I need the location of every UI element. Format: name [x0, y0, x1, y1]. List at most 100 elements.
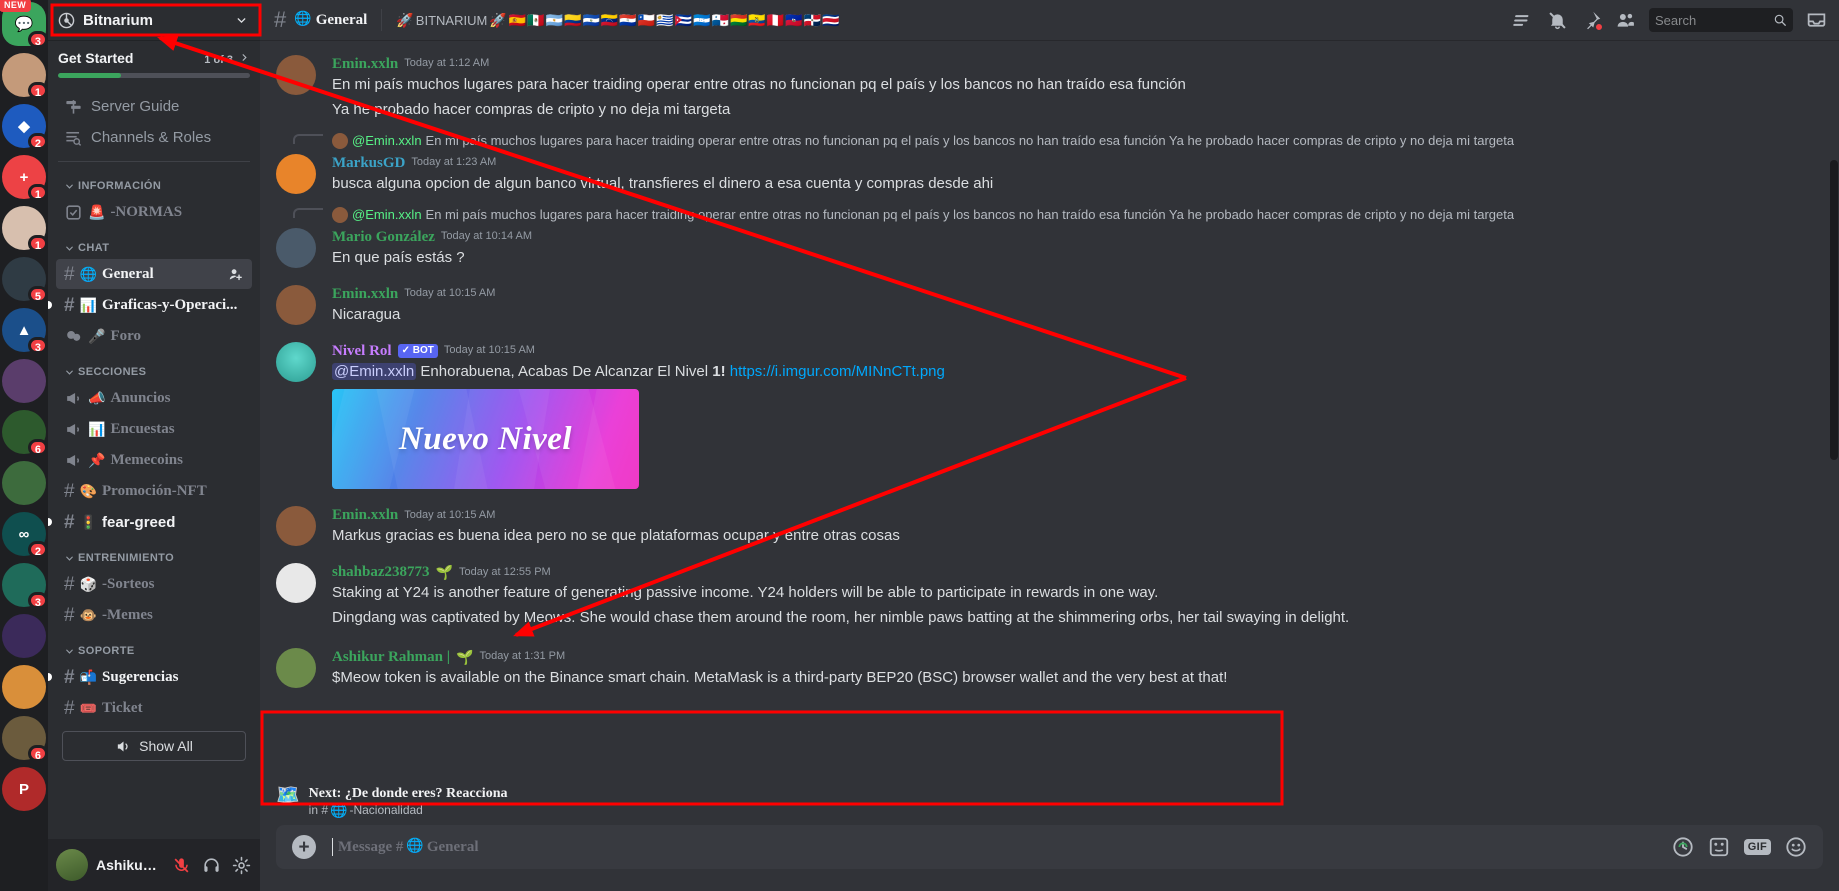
server-shiba[interactable] [2, 665, 46, 709]
pin-icon[interactable] [1581, 10, 1603, 31]
message[interactable]: Ashikur Rahman | 🌱 Today at 1:31 PM $Meow t… [260, 646, 1839, 690]
sidebar-item-feargreed[interactable]: # 🚦 fear-greed [48, 507, 252, 537]
settings-gear-icon[interactable] [230, 856, 252, 875]
message[interactable]: Mario González Today at 10:14 AM En que pa… [260, 226, 1839, 270]
reply-author[interactable]: @Emin.xxln [352, 133, 422, 148]
message-author[interactable]: Ashikur Rahman | [332, 648, 450, 666]
avatar[interactable] [276, 284, 316, 325]
sidebar-item-promocinnft[interactable]: # 🎨 Promoción-NFT [56, 476, 252, 506]
gif-icon[interactable]: GIF [1743, 839, 1771, 855]
sidebar-item-sorteos[interactable]: # 🎲 -Sorteos [56, 569, 252, 599]
sidebar-item-channels-roles[interactable]: Channels & Roles [56, 122, 252, 152]
server-purple-dark[interactable] [2, 614, 46, 658]
avatar[interactable] [276, 563, 316, 604]
avatar[interactable] [56, 849, 88, 881]
message-author[interactable]: Emin.xxln [332, 55, 398, 73]
server-green-frog[interactable] [2, 461, 46, 505]
message[interactable]: Nivel Rol ✓ BOT Today at 10:15 AM @Emin.xxl… [260, 340, 1839, 492]
server-cat[interactable]: 6 [2, 716, 48, 762]
server-teal-loop[interactable]: ∞ 2 [2, 512, 48, 558]
server-potion[interactable]: 3 [2, 563, 48, 609]
message[interactable]: shahbaz238773 🌱 Today at 12:55 PM Staking a… [260, 561, 1839, 630]
sidebar-item-memes[interactable]: # 🐵 -Memes [56, 600, 252, 630]
sidebar-item-anuncios[interactable]: 📣 Anuncios [56, 383, 252, 413]
server-letter-p[interactable]: P [2, 767, 46, 811]
avatar[interactable] [276, 647, 316, 688]
server-add-red[interactable]: +1 [2, 155, 48, 201]
server-avatar-woman[interactable]: 1 [2, 206, 48, 252]
reply-author[interactable]: @Emin.xxln [352, 207, 422, 222]
avatar[interactable] [276, 153, 316, 194]
discord-dm-home[interactable]: 💬 NEW 3 [0, 0, 48, 48]
headphones-icon[interactable] [200, 856, 222, 875]
next-onboarding-banner[interactable]: 🗺️ Next: ¿De donde eres? Reacciona in # … [276, 780, 1823, 825]
inbox-icon[interactable] [1806, 10, 1827, 31]
level-up-image[interactable]: Nuevo Nivel [332, 389, 639, 490]
server-blue-mountain[interactable]: ▲ 3 [2, 308, 48, 354]
attach-button[interactable]: + [292, 835, 316, 859]
show-all-button[interactable]: Show All [62, 731, 246, 761]
category-header-chat[interactable]: CHAT [56, 228, 252, 258]
sidebar-item-graficasyoperaci[interactable]: # 📊 Graficas-y-Operaci... [48, 290, 252, 320]
server-header-button[interactable]: Bitnarium [48, 0, 260, 40]
members-icon[interactable] [1615, 10, 1636, 31]
sidebar-item-general[interactable]: # 🌐 General [56, 259, 252, 289]
avatar[interactable] [276, 506, 316, 547]
category-header-secciones[interactable]: SECCIONES [56, 352, 252, 382]
message-composer[interactable]: + Message # 🌐 General GIF [276, 825, 1823, 869]
chevron-down-icon[interactable] [235, 14, 248, 27]
message-author[interactable]: Emin.xxln [332, 506, 398, 524]
message-body: Emin.xxln Today at 1:12 AM En mi país much… [332, 55, 1791, 120]
message-list[interactable]: Emin.xxln Today at 1:12 AM En mi país much… [260, 40, 1839, 780]
category-header-entrenimiento[interactable]: ENTRENIMIENTO [56, 538, 252, 568]
channel-topic[interactable]: 🚀 BITNARIUM 🚀 🇪🇸 🇲🇽 🇦🇷 🇨🇴 🇸🇻 🇻🇪 🇵🇾 🇨🇱 🇺🇾 🇨🇺 🇭🇳 🇵🇦 🇧🇴… [396, 13, 1505, 28]
threads-icon[interactable] [1513, 10, 1534, 31]
country-flag: 🇸🇻 [582, 12, 600, 28]
sidebar-item-memecoins[interactable]: 📌 Memecoins [56, 445, 252, 475]
avatar[interactable] [276, 227, 316, 268]
gift-icon[interactable] [1672, 836, 1694, 858]
server-twenty4[interactable]: 6 [2, 410, 48, 456]
channel-name: -Memes [102, 606, 153, 623]
message-link[interactable]: https://i.imgur.com/MINnCTt.png [730, 363, 945, 380]
server-gladiator[interactable] [2, 359, 46, 403]
bell-muted-icon[interactable] [1547, 10, 1568, 31]
server-rail[interactable]: 💬 NEW 3 1 ◆ 2 +1 1 5 ▲ 3 6 ∞ 2 3 6 P [0, 0, 48, 891]
sidebar-item-sugerencias[interactable]: # 📬 Sugerencias [48, 662, 252, 692]
category-header-información[interactable]: INFORMACIÓN [56, 166, 252, 196]
avatar[interactable] [276, 341, 316, 382]
server-blue-diamond[interactable]: ◆ 2 [2, 104, 48, 150]
message[interactable]: MarkusGD Today at 1:23 AM busca alguna opc… [260, 152, 1839, 196]
message[interactable]: Emin.xxln Today at 10:15 AM Nicaragua [260, 283, 1839, 327]
category-header-soporte[interactable]: SOPORTE [56, 631, 252, 661]
message[interactable]: Emin.xxln Today at 10:15 AM Markus gracias… [260, 504, 1839, 548]
emoji-icon[interactable] [1785, 836, 1807, 858]
message-input[interactable]: Message # 🌐 General [332, 838, 1656, 856]
mic-muted-icon[interactable] [170, 856, 192, 875]
sidebar-item-ticket[interactable]: # 🎟️ Ticket [56, 693, 252, 723]
sidebar-item-normas[interactable]: 🚨 -NORMAS [56, 197, 252, 227]
sidebar-item-foro[interactable]: 🎤 Foro [56, 321, 252, 351]
server-avatar-anime[interactable]: 5 [2, 257, 48, 303]
message-author[interactable]: MarkusGD [332, 154, 405, 172]
reply-context[interactable]: @Emin.xxln En mi país muchos lugares para… [260, 130, 1839, 152]
search-input[interactable]: Search [1649, 8, 1793, 32]
message-scrollbar[interactable] [1830, 160, 1838, 460]
message-author[interactable]: Nivel Rol [332, 342, 392, 360]
avatar[interactable] [276, 55, 316, 95]
reply-context[interactable]: @Emin.xxln En mi país muchos lugares para… [260, 204, 1839, 226]
sidebar-divider [58, 161, 250, 162]
user-mention[interactable]: @Emin.xxln [332, 362, 417, 380]
message-author[interactable]: Mario González [332, 228, 435, 246]
server-avatar-person[interactable]: 1 [2, 53, 48, 99]
chevron-right-icon[interactable] [239, 52, 250, 63]
message-author[interactable]: shahbaz238773 [332, 563, 430, 581]
sticker-icon[interactable] [1708, 836, 1730, 858]
sidebar-item-encuestas[interactable]: 📊 Encuestas [56, 414, 252, 444]
message-author[interactable]: Emin.xxln [332, 285, 398, 303]
get-started-panel[interactable]: Get Started 1 of 3 [48, 40, 260, 90]
message[interactable]: Emin.xxln Today at 1:12 AM En mi país much… [260, 53, 1839, 122]
add-member-icon[interactable] [227, 266, 244, 283]
sidebar-item-server-guide[interactable]: Server Guide [56, 91, 252, 121]
server-icon [2, 665, 46, 709]
